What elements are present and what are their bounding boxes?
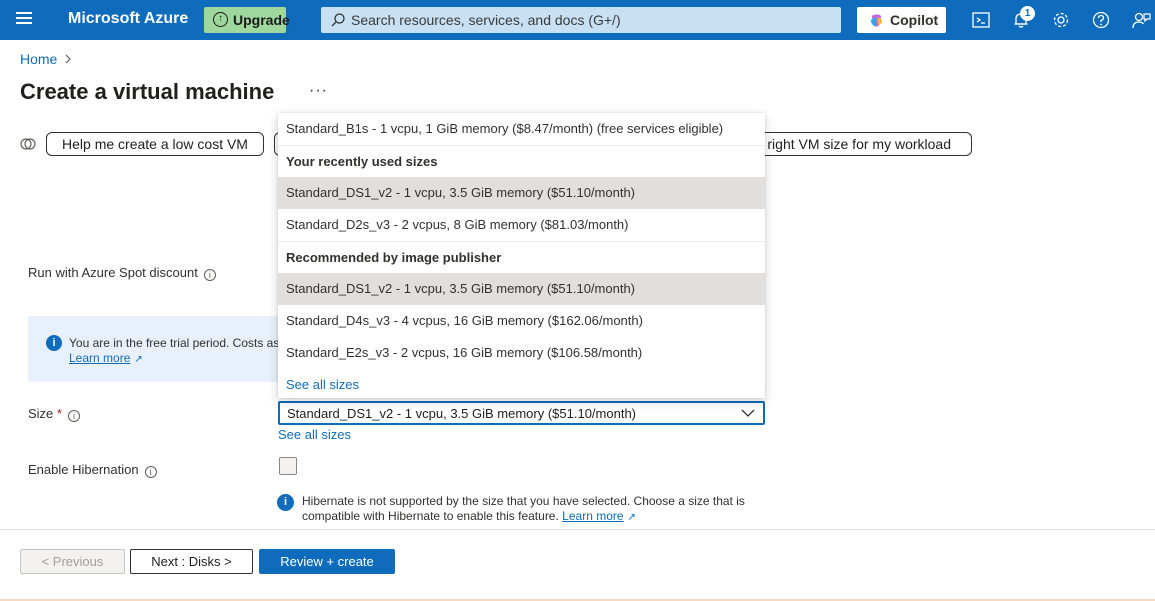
copilot-suggestion-icon: [20, 138, 36, 150]
cloud-shell-icon[interactable]: [971, 10, 991, 30]
info-icon: i: [277, 494, 294, 511]
info-icon: i: [46, 335, 62, 351]
free-trial-info-box: i You are in the free trial period. Cost…: [28, 316, 288, 382]
size-option[interactable]: Standard_D4s_v3 - 4 vcpus, 16 GiB memory…: [278, 305, 765, 337]
size-option[interactable]: Standard_DS1_v2 - 1 vcpu, 3.5 GiB memory…: [278, 273, 765, 305]
info-icon[interactable]: i: [144, 466, 157, 478]
size-select[interactable]: Standard_DS1_v2 - 1 vcpu, 3.5 GiB memory…: [278, 401, 765, 425]
copilot-icon: [870, 14, 883, 27]
arrow-up-circle-icon: ↑: [213, 12, 228, 27]
see-all-sizes-link[interactable]: See all sizes: [278, 427, 351, 442]
size-label: Size * i: [28, 406, 80, 422]
info-icon[interactable]: i: [203, 269, 216, 281]
brand-title[interactable]: Microsoft Azure: [68, 10, 188, 28]
hibernation-label: Enable Hibernation i: [28, 462, 157, 478]
group-header-recent: Your recently used sizes: [278, 145, 765, 177]
group-header-recommended: Recommended by image publisher: [278, 241, 765, 273]
next-disks-button[interactable]: Next : Disks >: [130, 549, 253, 574]
external-link-icon: ↗: [627, 512, 636, 523]
copilot-button[interactable]: Copilot: [857, 7, 946, 33]
page-title: Create a virtual machine: [20, 79, 275, 104]
hibernate-learn-more-link[interactable]: Learn more: [562, 509, 623, 523]
dropdown-see-all-sizes-link[interactable]: See all sizes: [278, 369, 765, 401]
feedback-icon[interactable]: [1131, 10, 1151, 30]
size-select-value: Standard_DS1_v2 - 1 vcpu, 3.5 GiB memory…: [287, 406, 637, 421]
search-input[interactable]: [351, 7, 831, 33]
hibernation-label-text: Enable Hibernation: [28, 462, 139, 477]
chevron-down-icon: [741, 409, 755, 417]
footer-divider: [0, 529, 1155, 530]
hibernate-note: Hibernate is not supported by the size t…: [302, 494, 762, 525]
hibernation-checkbox[interactable]: [279, 457, 297, 475]
external-link-icon: ↗: [134, 354, 143, 365]
previous-button[interactable]: < Previous: [20, 549, 125, 574]
help-icon[interactable]: [1091, 10, 1111, 30]
size-option[interactable]: Standard_D2s_v3 - 2 vcpus, 8 GiB memory …: [278, 209, 765, 241]
hibernate-note-text: Hibernate is not supported by the size t…: [302, 494, 745, 523]
top-bar: Microsoft Azure ↑ Upgrade Copilot 1: [0, 0, 1155, 40]
spot-discount-text: Run with Azure Spot discount: [28, 265, 198, 280]
size-label-text: Size: [28, 406, 54, 421]
size-option[interactable]: Standard_DS1_v2 - 1 vcpu, 3.5 GiB memory…: [278, 177, 765, 209]
info-icon[interactable]: i: [67, 410, 80, 422]
search-icon: [331, 13, 345, 27]
size-option[interactable]: Standard_E2s_v3 - 2 vcpus, 16 GiB memory…: [278, 337, 765, 369]
more-options-icon[interactable]: ···: [309, 82, 328, 100]
menu-icon[interactable]: [16, 12, 32, 28]
size-dropdown-list: Standard_B1s - 1 vcpu, 1 GiB memory ($8.…: [278, 113, 765, 398]
upgrade-button[interactable]: ↑ Upgrade: [204, 7, 290, 33]
breadcrumb-home[interactable]: Home: [20, 51, 57, 67]
upgrade-label: Upgrade: [233, 12, 290, 28]
copilot-label: Copilot: [890, 12, 939, 28]
chevron-right-icon: [65, 54, 71, 64]
notification-badge: 1: [1020, 6, 1035, 21]
spot-discount-label: Run with Azure Spot discount i: [28, 265, 216, 281]
settings-icon[interactable]: [1051, 10, 1071, 30]
free-trial-text: You are in the free trial period. Costs …: [69, 336, 280, 350]
learn-more-text: Learn more: [69, 351, 131, 365]
required-marker: *: [56, 406, 62, 421]
size-option[interactable]: Standard_B1s - 1 vcpu, 1 GiB memory ($8.…: [278, 113, 765, 145]
search-box[interactable]: [321, 7, 841, 33]
review-create-button[interactable]: Review + create: [259, 549, 395, 574]
suggestion-low-cost-vm[interactable]: Help me create a low cost VM: [46, 132, 264, 156]
learn-more-link[interactable]: Learn more ↗: [69, 351, 143, 365]
